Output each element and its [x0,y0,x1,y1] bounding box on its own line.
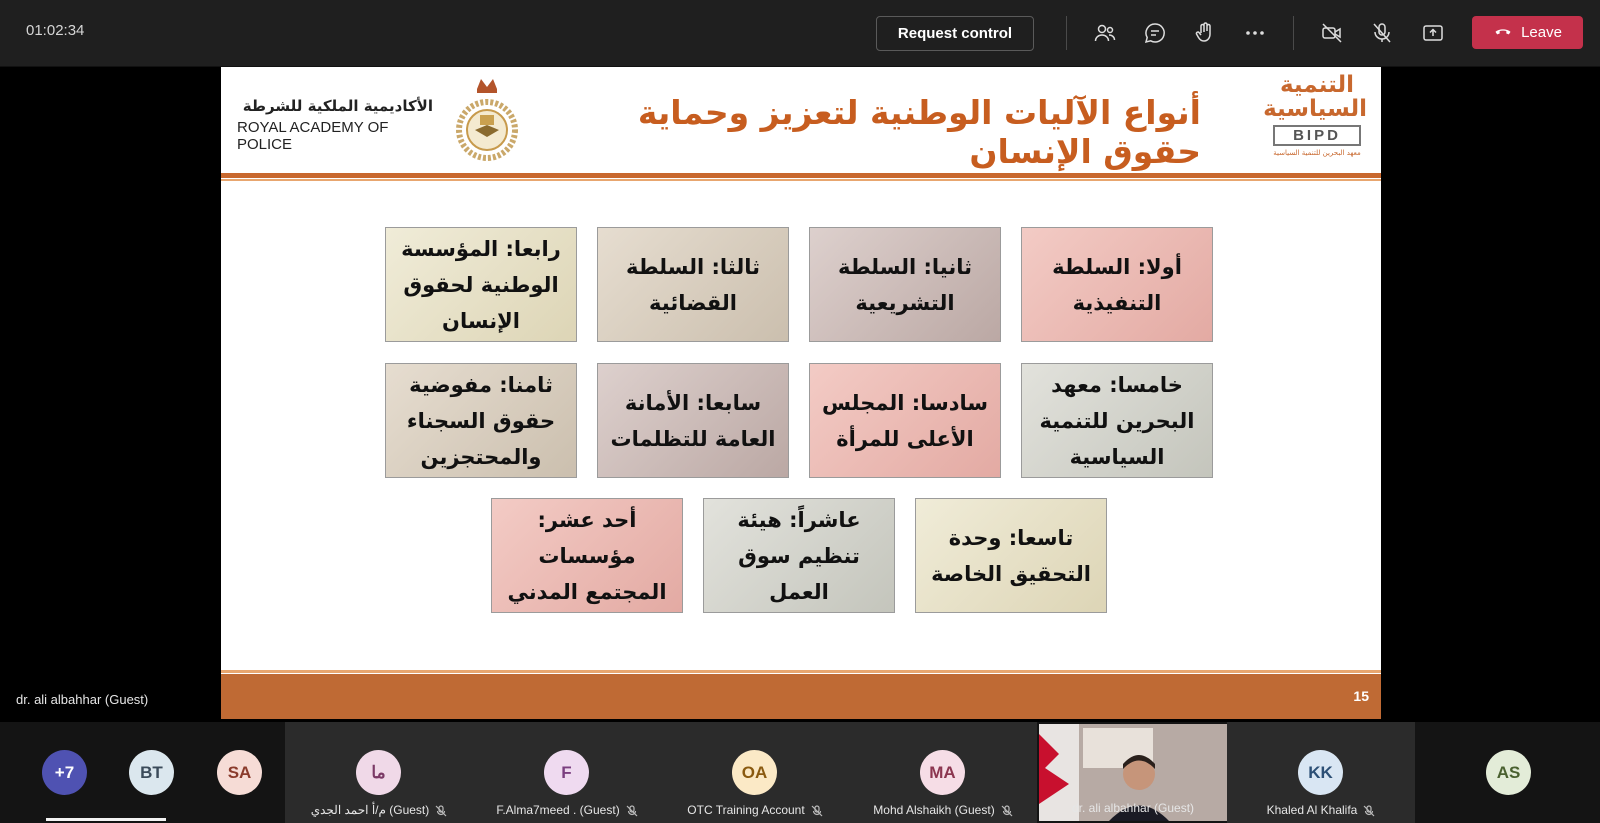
participant-tile[interactable]: F F.Alma7meed . (Guest) [473,722,661,823]
mic-off-icon [435,805,447,817]
chat-icon[interactable] [1140,18,1170,48]
mechanism-box-8: ثامنا: مفوضية حقوق السجناء والمحتجزين [385,363,577,478]
mic-off-icon[interactable] [1367,18,1397,48]
avatar: ما [356,750,401,795]
participant-name: م/أ احمد الجدي (Guest) [285,803,473,817]
participant-name: OTC Training Account [661,803,849,817]
shared-slide: الأكاديمية الملكية للشرطة ROYAL ACADEMY … [221,67,1381,719]
participant-strip: +7 BT SA ما م/أ احمد الجدي (Guest) F F.A… [0,722,1600,823]
presenter-name-label: dr. ali albahhar (Guest) [16,692,149,707]
mechanism-box-11: أحد عشر: مؤسسات المجتمع المدني [491,498,683,613]
share-icon[interactable] [1418,18,1448,48]
avatar[interactable]: BT [129,750,174,795]
meeting-toolbar: 01:02:34 Request control Leave [0,0,1600,67]
participant-tile[interactable]: KK Khaled Al Khalifa [1227,722,1415,823]
bipd-logo-icon: التنمية السياسية BIPD معهد البحرين للتنم… [1263,72,1367,169]
slide-number: 15 [1353,688,1369,704]
participant-tile[interactable]: MA Mohd Alshaikh (Guest) [849,722,1037,823]
mechanism-box-9: تاسعا: وحدة التحقيق الخاصة [915,498,1107,613]
video-tile-presenter[interactable]: dr. ali albahhar (Guest) [1039,724,1227,821]
more-icon[interactable] [1240,18,1270,48]
avatar: OA [732,750,777,795]
participant-name: Mohd Alshaikh (Guest) [849,803,1037,817]
mechanism-box-6: سادسا: المجلس الأعلى للمرأة [809,363,1001,478]
mechanism-box-3: ثالثا: السلطة القضائية [597,227,789,342]
toolbar-divider [1066,16,1067,50]
mechanism-box-1: أولا: السلطة التنفيذية [1021,227,1213,342]
mechanism-box-4: رابعا: المؤسسة الوطنية لحقوق الإنسان [385,227,577,342]
mechanism-box-7: سابعا: الأمانة العامة للتظلمات [597,363,789,478]
bipd-logo-short: BIPD [1273,125,1361,146]
academy-name-arabic: الأكاديمية الملكية للشرطة [242,97,433,115]
leave-button[interactable]: Leave [1472,16,1583,49]
slide-title: أنواع الآليات الوطنية لتعزيز وحماية حقوق… [637,93,1201,171]
participant-name: Khaled Al Khalifa [1227,803,1415,817]
participant-tile-group[interactable]: +7 BT SA [0,722,285,823]
participant-tile[interactable]: AS [1415,722,1600,823]
raise-hand-icon[interactable] [1190,18,1220,48]
header-divider [221,173,1381,178]
bipd-logo-subtitle: معهد البحرين للتنمية السياسية [1273,149,1361,157]
mic-off-icon [1001,805,1013,817]
academy-name-english: ROYAL ACADEMY OF POLICE [237,119,389,153]
slide-footer: 15 [221,674,1381,719]
hang-up-icon [1493,21,1513,45]
participant-name: dr. ali albahhar (Guest) [1071,801,1195,815]
mechanism-box-10: عاشراً: هيئة تنظيم سوق العمل [703,498,895,613]
avatar: AS [1486,750,1531,795]
bipd-logo-text: التنمية السياسية [1263,72,1367,122]
people-icon[interactable] [1090,18,1120,48]
avatar[interactable]: SA [217,750,262,795]
slide-header: الأكاديمية الملكية للشرطة ROYAL ACADEMY … [221,67,1381,181]
avatar: MA [920,750,965,795]
meeting-timer: 01:02:34 [26,22,85,39]
camera-off-icon[interactable] [1317,18,1347,48]
overflow-count-avatar[interactable]: +7 [42,750,87,795]
participant-tile[interactable]: OA OTC Training Account [661,722,849,823]
request-control-button[interactable]: Request control [876,16,1034,51]
footer-divider [221,670,1381,673]
active-indicator [46,818,166,821]
mic-off-icon [626,805,638,817]
toolbar-divider [1293,16,1294,50]
mechanism-box-2: ثانيا: السلطة التشريعية [809,227,1001,342]
participant-name: F.Alma7meed . (Guest) [473,803,661,817]
police-academy-emblem-icon [447,75,527,165]
header-divider-accent [221,179,1381,181]
mechanism-box-5: خامسا: معهد البحرين للتنمية السياسية [1021,363,1213,478]
participant-tile[interactable]: ما م/أ احمد الجدي (Guest) [285,722,473,823]
mic-off-icon [811,805,823,817]
avatar: F [544,750,589,795]
leave-label: Leave [1521,24,1562,41]
mic-off-icon [1363,805,1375,817]
avatar: KK [1298,750,1343,795]
